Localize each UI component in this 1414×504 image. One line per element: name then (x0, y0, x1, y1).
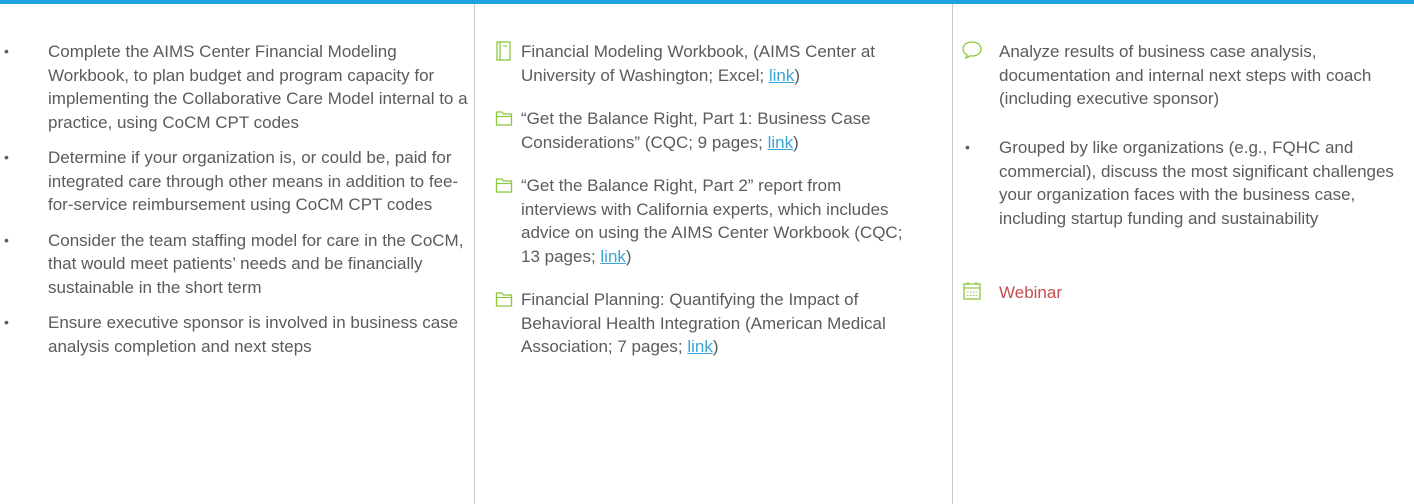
bullet-icon: • (4, 314, 9, 330)
resource-link[interactable]: link (769, 66, 795, 85)
resource-text: “Get the Balance Right, Part 2” report f… (521, 176, 903, 266)
resource-text: Financial Modeling Workbook, (AIMS Cente… (521, 42, 876, 85)
discussion-text: Grouped by like organizations (e.g., FQH… (999, 138, 1394, 228)
action-text: Determine if your organization is, or co… (48, 148, 459, 214)
actions-column: • Complete the AIMS Center Financial Mod… (0, 4, 474, 504)
resource-link[interactable]: link (687, 337, 713, 356)
folder-icon (495, 178, 513, 193)
bullet-icon: • (4, 231, 9, 248)
action-text: Ensure executive sponsor is involved in … (48, 313, 459, 356)
content-grid: • Complete the AIMS Center Financial Mod… (0, 4, 1414, 504)
workbook-icon (496, 41, 511, 61)
list-item: • Complete the AIMS Center Financial Mod… (0, 40, 468, 134)
list-item: • Determine if your organization is, or … (0, 146, 468, 217)
calendar-icon (963, 282, 981, 300)
bullet-icon: • (4, 149, 9, 165)
folder-icon (495, 111, 513, 126)
coach-text: Analyze results of business case analysi… (999, 42, 1372, 108)
webinar-label[interactable]: Webinar (999, 281, 1394, 305)
resources-column: Financial Modeling Workbook, (AIMS Cente… (474, 4, 952, 504)
action-text: Consider the team staffing model for car… (48, 230, 464, 297)
resource-link[interactable]: link (768, 133, 794, 152)
action-text: Complete the AIMS Center Financial Model… (48, 42, 468, 132)
list-item: • Consider the team staffing model for c… (0, 229, 468, 300)
resource-text: “Get the Balance Right, Part 1: Business… (521, 109, 871, 152)
list-item: • Ensure executive sponsor is involved i… (0, 311, 468, 358)
bullet-icon: • (965, 139, 970, 155)
folder-icon (495, 292, 513, 307)
resource-text: Financial Planning: Quantifying the Impa… (521, 290, 886, 356)
resource-link[interactable]: link (600, 247, 626, 266)
actions-list: • Complete the AIMS Center Financial Mod… (0, 40, 474, 370)
coaching-column: Analyze results of business case analysi… (952, 4, 1414, 504)
speech-bubble-icon (962, 41, 982, 60)
bullet-icon: • (4, 43, 9, 59)
